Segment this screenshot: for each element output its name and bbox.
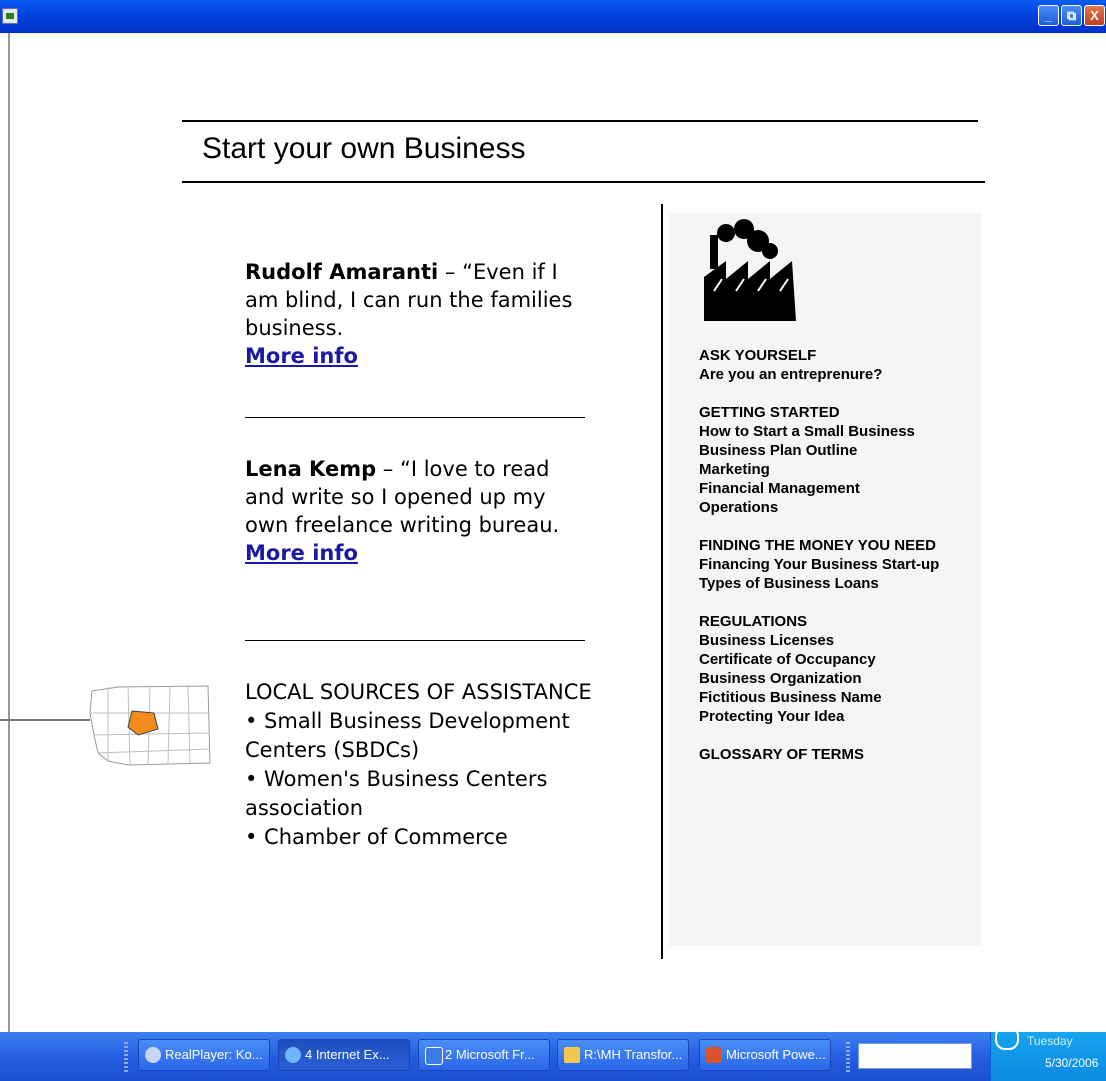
- story-name: Lena Kemp: [245, 457, 377, 481]
- window-title-bar: _ ⧉ X: [0, 0, 1106, 33]
- local-sources-list: LOCAL SOURCES OF ASSISTANCE • Small Busi…: [245, 678, 605, 852]
- local-source-item: • Small Business Development Centers (SB…: [245, 709, 570, 762]
- sidebar-link[interactable]: Financing Your Business Start-up: [699, 555, 949, 574]
- close-button[interactable]: X: [1084, 5, 1105, 26]
- sidebar-group-money: FINDING THE MONEY YOU NEED Financing You…: [699, 536, 949, 593]
- task-button-frontpage[interactable]: 2 Microsoft Fr...: [418, 1039, 550, 1071]
- story-lena: Lena Kemp – “I love to read and write so…: [245, 455, 595, 567]
- factory-icon: [704, 219, 796, 321]
- sidebar-link[interactable]: Are you an entreprenure?: [699, 365, 949, 384]
- sidebar-link[interactable]: Business Plan Outline: [699, 441, 949, 460]
- window-left-border: [8, 33, 10, 1033]
- washington-state-map-icon: [89, 685, 211, 766]
- system-tray: Tuesday 5/30/2006: [990, 1026, 1106, 1081]
- sidebar-link[interactable]: Business Organization: [699, 669, 949, 688]
- divider-line: [245, 417, 585, 418]
- more-info-link[interactable]: More info: [245, 344, 358, 368]
- sidebar-link[interactable]: How to Start a Small Business: [699, 422, 949, 441]
- internet-explorer-icon: [285, 1047, 301, 1063]
- sidebar-link[interactable]: Certificate of Occupancy: [699, 650, 949, 669]
- story-rudolf: Rudolf Amaranti – “Even if I am blind, I…: [245, 258, 595, 370]
- realplayer-icon: [145, 1047, 161, 1063]
- task-button-folder[interactable]: R:\MH Transfor...: [557, 1039, 689, 1071]
- local-sources-title: LOCAL SOURCES OF ASSISTANCE: [245, 680, 592, 704]
- sidebar-link[interactable]: Protecting Your Idea: [699, 707, 949, 726]
- sidebar-heading-glossary[interactable]: GLOSSARY OF TERMS: [699, 745, 949, 764]
- minimize-button[interactable]: _: [1038, 5, 1059, 26]
- sidebar-group-getting-started: GETTING STARTED How to Start a Small Bus…: [699, 403, 949, 517]
- app-icon[interactable]: [2, 8, 18, 24]
- divider-line: [245, 640, 585, 641]
- task-label: RealPlayer: Ko...: [165, 1047, 263, 1062]
- sidebar-heading: ASK YOURSELF: [699, 347, 817, 364]
- sidebar-heading: REGULATIONS: [699, 613, 808, 630]
- address-toolbar-input[interactable]: [858, 1043, 972, 1069]
- sidebar-link[interactable]: Financial Management: [699, 479, 949, 498]
- task-button-internet-explorer[interactable]: 4 Internet Ex...: [278, 1039, 410, 1071]
- sidebar-heading: FINDING THE MONEY YOU NEED: [699, 537, 936, 554]
- task-label: Microsoft Powe...: [726, 1047, 826, 1062]
- sidebar-group-ask: ASK YOURSELF Are you an entreprenure?: [699, 346, 949, 384]
- task-label: R:\MH Transfor...: [584, 1047, 683, 1062]
- local-source-item: • Women's Business Centers association: [245, 767, 548, 820]
- bottom-rule: [182, 181, 985, 183]
- page-title: Start your own Business: [202, 132, 526, 165]
- clock-day: Tuesday: [1027, 1034, 1073, 1048]
- sidebar-link[interactable]: Types of Business Loans: [699, 574, 949, 593]
- task-label: 2 Microsoft Fr...: [445, 1047, 535, 1062]
- task-button-powerpoint[interactable]: Microsoft Powe...: [699, 1039, 831, 1071]
- sidebar-link[interactable]: Business Licenses: [699, 631, 949, 650]
- map-pointer-line: [0, 719, 90, 721]
- more-info-link[interactable]: More info: [245, 541, 358, 565]
- powerpoint-icon: [706, 1047, 722, 1063]
- sidebar-group-glossary: GLOSSARY OF TERMS: [699, 745, 949, 764]
- sidebar-link[interactable]: Marketing: [699, 460, 949, 479]
- top-rule: [182, 120, 978, 122]
- sidebar-links: ASK YOURSELF Are you an entreprenure? GE…: [699, 346, 949, 783]
- frontpage-icon: [425, 1047, 443, 1065]
- clock-date[interactable]: 5/30/2006: [1045, 1056, 1098, 1070]
- maximize-button[interactable]: ⧉: [1061, 5, 1082, 26]
- sidebar-link[interactable]: Fictitious Business Name: [699, 688, 949, 707]
- sidebar-group-regulations: REGULATIONS Business Licenses Certificat…: [699, 612, 949, 726]
- task-label: 4 Internet Ex...: [305, 1047, 390, 1062]
- volume-icon[interactable]: [995, 1026, 1019, 1050]
- taskbar: RealPlayer: Ko... 4 Internet Ex... 2 Mic…: [0, 1026, 1106, 1081]
- sidebar-link[interactable]: Operations: [699, 498, 949, 517]
- story-name: Rudolf Amaranti: [245, 260, 439, 284]
- taskbar-grip[interactable]: [124, 1042, 128, 1072]
- local-source-item: • Chamber of Commerce: [245, 825, 508, 849]
- sidebar-heading: GETTING STARTED: [699, 404, 840, 421]
- chevron-down-icon[interactable]: ▾: [966, 1047, 971, 1058]
- folder-icon: [564, 1047, 580, 1063]
- vertical-divider: [661, 204, 663, 959]
- task-button-realplayer[interactable]: RealPlayer: Ko...: [138, 1039, 270, 1071]
- taskbar-grip[interactable]: [846, 1042, 850, 1072]
